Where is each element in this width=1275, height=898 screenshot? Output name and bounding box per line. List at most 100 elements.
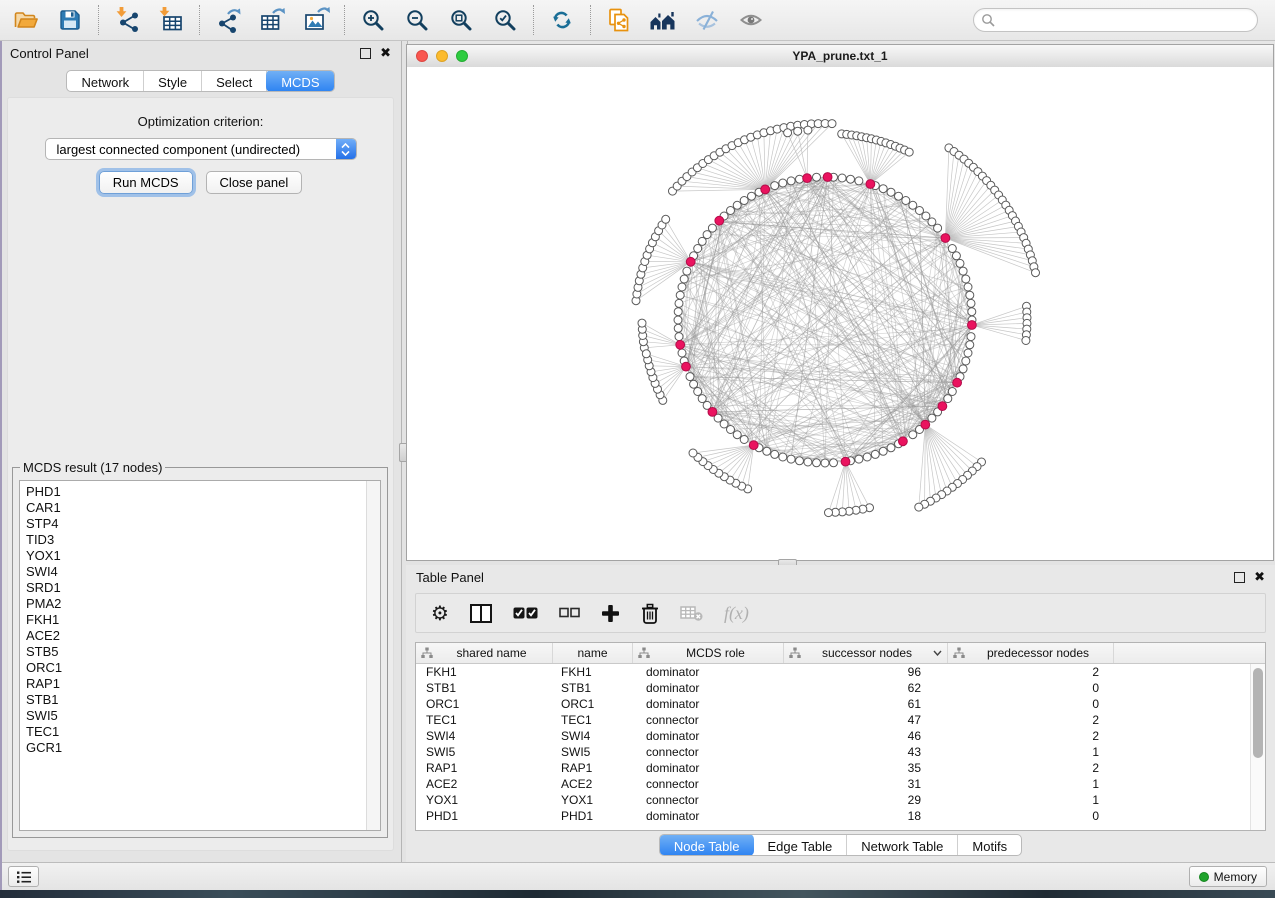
network-graph[interactable] <box>407 67 1273 560</box>
mcds-result-item[interactable]: PMA2 <box>26 596 380 612</box>
mcds-result-item[interactable]: ORC1 <box>26 660 380 676</box>
deselect-all-button[interactable] <box>559 600 580 626</box>
table-cell[interactable]: connector <box>633 793 784 807</box>
table-cell[interactable]: YOX1 <box>553 793 633 807</box>
table-cell[interactable]: ACE2 <box>553 777 633 791</box>
table-cell[interactable]: RAP1 <box>416 761 553 775</box>
table-cell[interactable]: STB1 <box>553 681 633 695</box>
mcds-result-item[interactable]: CAR1 <box>26 500 380 516</box>
table-cell[interactable]: dominator <box>633 729 784 743</box>
table-cell[interactable]: PHD1 <box>416 809 553 823</box>
mcds-result-item[interactable]: ACE2 <box>26 628 380 644</box>
tab-edge-table[interactable]: Edge Table <box>753 835 847 855</box>
table-cell[interactable]: SWI5 <box>416 745 553 759</box>
import-network-button[interactable] <box>105 3 149 37</box>
network-canvas[interactable] <box>407 67 1273 560</box>
table-cell[interactable]: dominator <box>633 665 784 679</box>
tab-motifs[interactable]: Motifs <box>958 835 1021 855</box>
table-cell[interactable]: connector <box>633 713 784 727</box>
zoom-fit-button[interactable] <box>439 3 483 37</box>
zoom-in-button[interactable] <box>351 3 395 37</box>
close-panel-icon[interactable]: ✖ <box>380 47 391 60</box>
table-cell[interactable]: 1 <box>948 745 1114 759</box>
select-all-button[interactable] <box>513 600 538 626</box>
table-row[interactable]: ORC1ORC1dominator610 <box>416 696 1251 712</box>
table-row[interactable]: TEC1TEC1connector472 <box>416 712 1251 728</box>
run-mcds-button[interactable]: Run MCDS <box>99 171 193 194</box>
table-cell[interactable]: 0 <box>948 697 1114 711</box>
table-cell[interactable]: 31 <box>784 777 948 791</box>
table-row[interactable]: STB1STB1dominator620 <box>416 680 1251 696</box>
table-cell[interactable]: 62 <box>784 681 948 695</box>
table-cell[interactable]: 96 <box>784 665 948 679</box>
table-cell[interactable]: 2 <box>948 729 1114 743</box>
column-header-shared-name[interactable]: shared name <box>416 643 553 663</box>
hide-selected-button[interactable] <box>685 3 729 37</box>
save-session-button[interactable] <box>48 3 92 37</box>
table-row[interactable]: RAP1RAP1dominator352 <box>416 760 1251 776</box>
zoom-out-button[interactable] <box>395 3 439 37</box>
table-cell[interactable]: 2 <box>948 665 1114 679</box>
table-cell[interactable]: ORC1 <box>553 697 633 711</box>
tab-select[interactable]: Select <box>202 71 267 91</box>
table-cell[interactable]: 1 <box>948 793 1114 807</box>
mcds-result-item[interactable]: STP4 <box>26 516 380 532</box>
table-cell[interactable]: dominator <box>633 761 784 775</box>
search-input[interactable] <box>995 10 1257 30</box>
show-all-button[interactable] <box>729 3 773 37</box>
table-cell[interactable]: 0 <box>948 809 1114 823</box>
table-cell[interactable]: SWI5 <box>553 745 633 759</box>
criterion-dropdown[interactable]: largest connected component (undirected) <box>45 138 357 160</box>
table-cell[interactable]: PHD1 <box>553 809 633 823</box>
table-cell[interactable]: 0 <box>948 681 1114 695</box>
mcds-result-item[interactable]: FKH1 <box>26 612 380 628</box>
column-header-successor-nodes[interactable]: successor nodes <box>784 643 948 663</box>
column-header-name[interactable]: name <box>553 643 633 663</box>
table-cell[interactable]: ACE2 <box>416 777 553 791</box>
close-panel-button[interactable]: Close panel <box>206 171 303 194</box>
close-panel-icon[interactable]: ✖ <box>1254 571 1265 584</box>
open-session-button[interactable] <box>4 3 48 37</box>
table-row[interactable]: SWI5SWI5connector431 <box>416 744 1251 760</box>
table-cell[interactable]: TEC1 <box>553 713 633 727</box>
minimize-window-traffic-light[interactable] <box>436 50 448 62</box>
table-cell[interactable]: 18 <box>784 809 948 823</box>
table-row[interactable]: SWI4SWI4dominator462 <box>416 728 1251 744</box>
add-column-button[interactable] <box>601 600 620 626</box>
column-header-predecessor-nodes[interactable]: predecessor nodes <box>948 643 1114 663</box>
table-cell[interactable]: YOX1 <box>416 793 553 807</box>
tab-network-table[interactable]: Network Table <box>847 835 958 855</box>
memory-button[interactable]: Memory <box>1189 866 1267 887</box>
tab-network[interactable]: Network <box>67 71 144 91</box>
close-window-traffic-light[interactable] <box>416 50 428 62</box>
maximize-window-traffic-light[interactable] <box>456 50 468 62</box>
tab-mcds[interactable]: MCDS <box>266 70 334 92</box>
table-cell[interactable]: FKH1 <box>416 665 553 679</box>
mcds-result-item[interactable]: PHD1 <box>26 484 380 500</box>
first-neighbors-button[interactable] <box>641 3 685 37</box>
mcds-result-item[interactable]: STB5 <box>26 644 380 660</box>
table-cell[interactable]: 47 <box>784 713 948 727</box>
table-cell[interactable]: 2 <box>948 713 1114 727</box>
mcds-result-item[interactable]: TEC1 <box>26 724 380 740</box>
table-cell[interactable]: 61 <box>784 697 948 711</box>
network-window-titlebar[interactable]: YPA_prune.txt_1 <box>407 45 1273 68</box>
table-cell[interactable]: 35 <box>784 761 948 775</box>
mcds-result-item[interactable]: SWI4 <box>26 564 380 580</box>
table-cell[interactable]: 2 <box>948 761 1114 775</box>
table-cell[interactable]: 46 <box>784 729 948 743</box>
table-row[interactable]: ACE2ACE2connector311 <box>416 776 1251 792</box>
import-table-button[interactable] <box>149 3 193 37</box>
table-cell[interactable]: STB1 <box>416 681 553 695</box>
mcds-result-item[interactable]: SWI5 <box>26 708 380 724</box>
float-panel-icon[interactable] <box>1234 572 1245 583</box>
float-panel-icon[interactable] <box>360 48 371 59</box>
table-scrollbar[interactable] <box>1250 664 1265 830</box>
table-row[interactable]: PHD1PHD1dominator180 <box>416 808 1251 824</box>
table-scrollbar-thumb[interactable] <box>1253 668 1263 758</box>
mcds-list-scrollbar[interactable] <box>366 481 380 830</box>
table-settings-button[interactable]: ⚙ <box>431 600 449 626</box>
tab-node-table[interactable]: Node Table <box>659 834 755 856</box>
export-table-button[interactable] <box>250 3 294 37</box>
table-row[interactable]: YOX1YOX1connector291 <box>416 792 1251 808</box>
